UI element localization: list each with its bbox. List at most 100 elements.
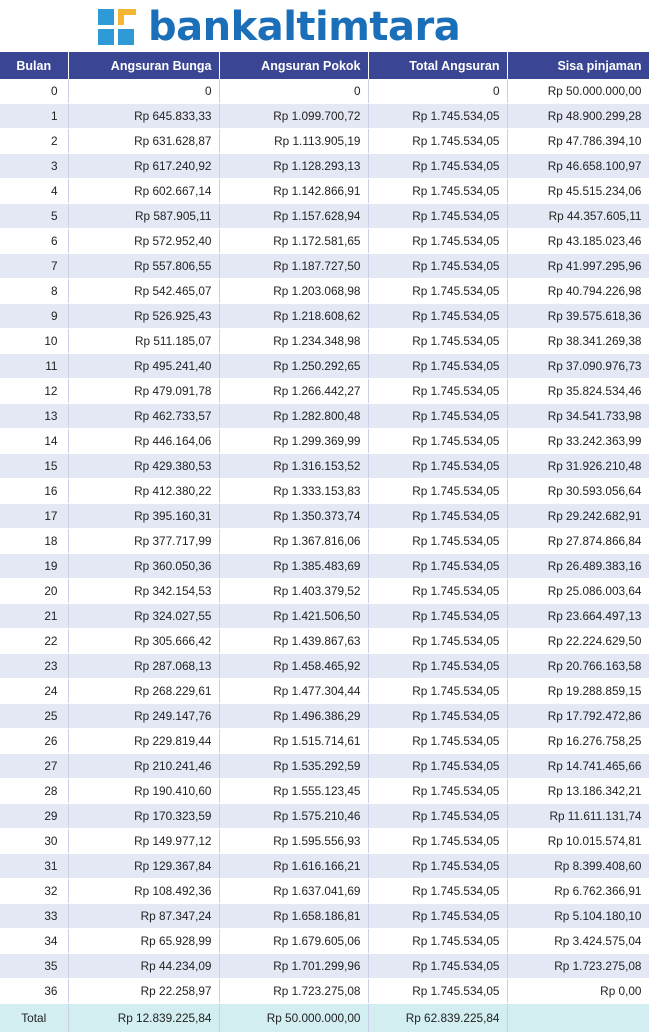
table-row: 11Rp 495.241,40Rp 1.250.292,65Rp 1.745.5…: [0, 354, 649, 379]
column-header-interest: Angsuran Bunga: [68, 52, 219, 79]
month-cell: 24: [0, 679, 68, 704]
remaining-cell: Rp 39.575.618,36: [507, 304, 649, 329]
table-header-row: Bulan Angsuran Bunga Angsuran Pokok Tota…: [0, 52, 649, 79]
remaining-cell: Rp 40.794.226,98: [507, 279, 649, 304]
interest-cell: Rp 495.241,40: [68, 354, 219, 379]
principal-cell: Rp 1.496.386,29: [219, 704, 368, 729]
interest-cell: Rp 631.628,87: [68, 129, 219, 154]
interest-cell: Rp 511.185,07: [68, 329, 219, 354]
month-cell: 15: [0, 454, 68, 479]
remaining-cell: Rp 46.658.100,97: [507, 154, 649, 179]
total-cell: Rp 1.745.534,05: [368, 954, 507, 979]
table-row: 34Rp 65.928,99Rp 1.679.605,06Rp 1.745.53…: [0, 929, 649, 954]
total-cell: Rp 1.745.534,05: [368, 504, 507, 529]
principal-cell: Rp 1.316.153,52: [219, 454, 368, 479]
bank-logo-text: bankaltimtara: [148, 5, 460, 49]
month-cell: 5: [0, 204, 68, 229]
total-cell: Rp 1.745.534,05: [368, 604, 507, 629]
column-header-month: Bulan: [0, 52, 68, 79]
total-cell: Rp 1.745.534,05: [368, 454, 507, 479]
interest-cell: Rp 324.027,55: [68, 604, 219, 629]
interest-cell: Rp 617.240,92: [68, 154, 219, 179]
interest-cell: Rp 557.806,55: [68, 254, 219, 279]
month-cell: 4: [0, 179, 68, 204]
total-cell: Rp 1.745.534,05: [368, 404, 507, 429]
remaining-cell: Rp 20.766.163,58: [507, 654, 649, 679]
table-row: 16Rp 412.380,22Rp 1.333.153,83Rp 1.745.5…: [0, 479, 649, 504]
principal-cell: Rp 1.637.041,69: [219, 879, 368, 904]
total-cell: Rp 1.745.534,05: [368, 654, 507, 679]
remaining-cell: Rp 5.104.180,10: [507, 904, 649, 929]
table-row: 20Rp 342.154,53Rp 1.403.379,52Rp 1.745.5…: [0, 579, 649, 604]
interest-cell: Rp 170.323,59: [68, 804, 219, 829]
table-row: 29Rp 170.323,59Rp 1.575.210,46Rp 1.745.5…: [0, 804, 649, 829]
interest-cell: Rp 360.050,36: [68, 554, 219, 579]
principal-cell: Rp 1.187.727,50: [219, 254, 368, 279]
total-cell: Rp 1.745.534,05: [368, 554, 507, 579]
table-row: 17Rp 395.160,31Rp 1.350.373,74Rp 1.745.5…: [0, 504, 649, 529]
column-header-total: Total Angsuran: [368, 52, 507, 79]
total-cell: Rp 1.745.534,05: [368, 854, 507, 879]
table-row: 0000Rp 50.000.000,00: [0, 79, 649, 104]
principal-cell: Rp 1.266.442,27: [219, 379, 368, 404]
principal-cell: Rp 1.350.373,74: [219, 504, 368, 529]
principal-cell: Rp 1.250.292,65: [219, 354, 368, 379]
month-cell: 10: [0, 329, 68, 354]
month-cell: 11: [0, 354, 68, 379]
total-cell: Rp 1.745.534,05: [368, 629, 507, 654]
month-cell: 7: [0, 254, 68, 279]
interest-cell: Rp 210.241,46: [68, 754, 219, 779]
principal-cell: Rp 1.535.292,59: [219, 754, 368, 779]
remaining-cell: Rp 27.874.866,84: [507, 529, 649, 554]
table-row: 15Rp 429.380,53Rp 1.316.153,52Rp 1.745.5…: [0, 454, 649, 479]
table-row: 3Rp 617.240,92Rp 1.128.293,13Rp 1.745.53…: [0, 154, 649, 179]
principal-cell: Rp 1.299.369,99: [219, 429, 368, 454]
principal-cell: Rp 1.723.275,08: [219, 979, 368, 1004]
interest-cell: Rp 342.154,53: [68, 579, 219, 604]
remaining-cell: Rp 47.786.394,10: [507, 129, 649, 154]
table-row: 14Rp 446.164,06Rp 1.299.369,99Rp 1.745.5…: [0, 429, 649, 454]
month-cell: 28: [0, 779, 68, 804]
interest-cell: Rp 87.347,24: [68, 904, 219, 929]
total-cell: Rp 1.745.534,05: [368, 229, 507, 254]
remaining-cell: Rp 29.242.682,91: [507, 504, 649, 529]
month-cell: 16: [0, 479, 68, 504]
interest-cell: 0: [68, 79, 219, 104]
table-row: 5Rp 587.905,11Rp 1.157.628,94Rp 1.745.53…: [0, 204, 649, 229]
total-cell: Rp 1.745.534,05: [368, 904, 507, 929]
table-row: 30Rp 149.977,12Rp 1.595.556,93Rp 1.745.5…: [0, 829, 649, 854]
principal-cell: Rp 1.595.556,93: [219, 829, 368, 854]
total-cell: Rp 1.745.534,05: [368, 329, 507, 354]
principal-cell: Rp 1.385.483,69: [219, 554, 368, 579]
table-row: 31Rp 129.367,84Rp 1.616.166,21Rp 1.745.5…: [0, 854, 649, 879]
total-remaining: [507, 1004, 649, 1032]
table-row: 9Rp 526.925,43Rp 1.218.608,62Rp 1.745.53…: [0, 304, 649, 329]
principal-cell: Rp 1.616.166,21: [219, 854, 368, 879]
table-row: 32Rp 108.492,36Rp 1.637.041,69Rp 1.745.5…: [0, 879, 649, 904]
remaining-cell: Rp 14.741.465,66: [507, 754, 649, 779]
remaining-cell: Rp 16.276.758,25: [507, 729, 649, 754]
principal-cell: Rp 1.218.608,62: [219, 304, 368, 329]
principal-cell: Rp 1.128.293,13: [219, 154, 368, 179]
remaining-cell: Rp 10.015.574,81: [507, 829, 649, 854]
total-cell: Rp 1.745.534,05: [368, 179, 507, 204]
total-interest: Rp 12.839.225,84: [68, 1004, 219, 1032]
month-cell: 19: [0, 554, 68, 579]
total-cell: Rp 1.745.534,05: [368, 679, 507, 704]
column-header-remaining: Sisa pinjaman: [507, 52, 649, 79]
month-cell: 22: [0, 629, 68, 654]
remaining-cell: Rp 43.185.023,46: [507, 229, 649, 254]
installment-table: Bulan Angsuran Bunga Angsuran Pokok Tota…: [0, 52, 649, 1032]
principal-cell: Rp 1.421.506,50: [219, 604, 368, 629]
remaining-cell: Rp 6.762.366,91: [507, 879, 649, 904]
month-cell: 14: [0, 429, 68, 454]
table-row: 19Rp 360.050,36Rp 1.385.483,69Rp 1.745.5…: [0, 554, 649, 579]
interest-cell: Rp 602.667,14: [68, 179, 219, 204]
interest-cell: Rp 446.164,06: [68, 429, 219, 454]
interest-cell: Rp 190.410,60: [68, 779, 219, 804]
interest-cell: Rp 287.068,13: [68, 654, 219, 679]
remaining-cell: Rp 25.086.003,64: [507, 579, 649, 604]
month-cell: 0: [0, 79, 68, 104]
interest-cell: Rp 479.091,78: [68, 379, 219, 404]
remaining-cell: Rp 19.288.859,15: [507, 679, 649, 704]
